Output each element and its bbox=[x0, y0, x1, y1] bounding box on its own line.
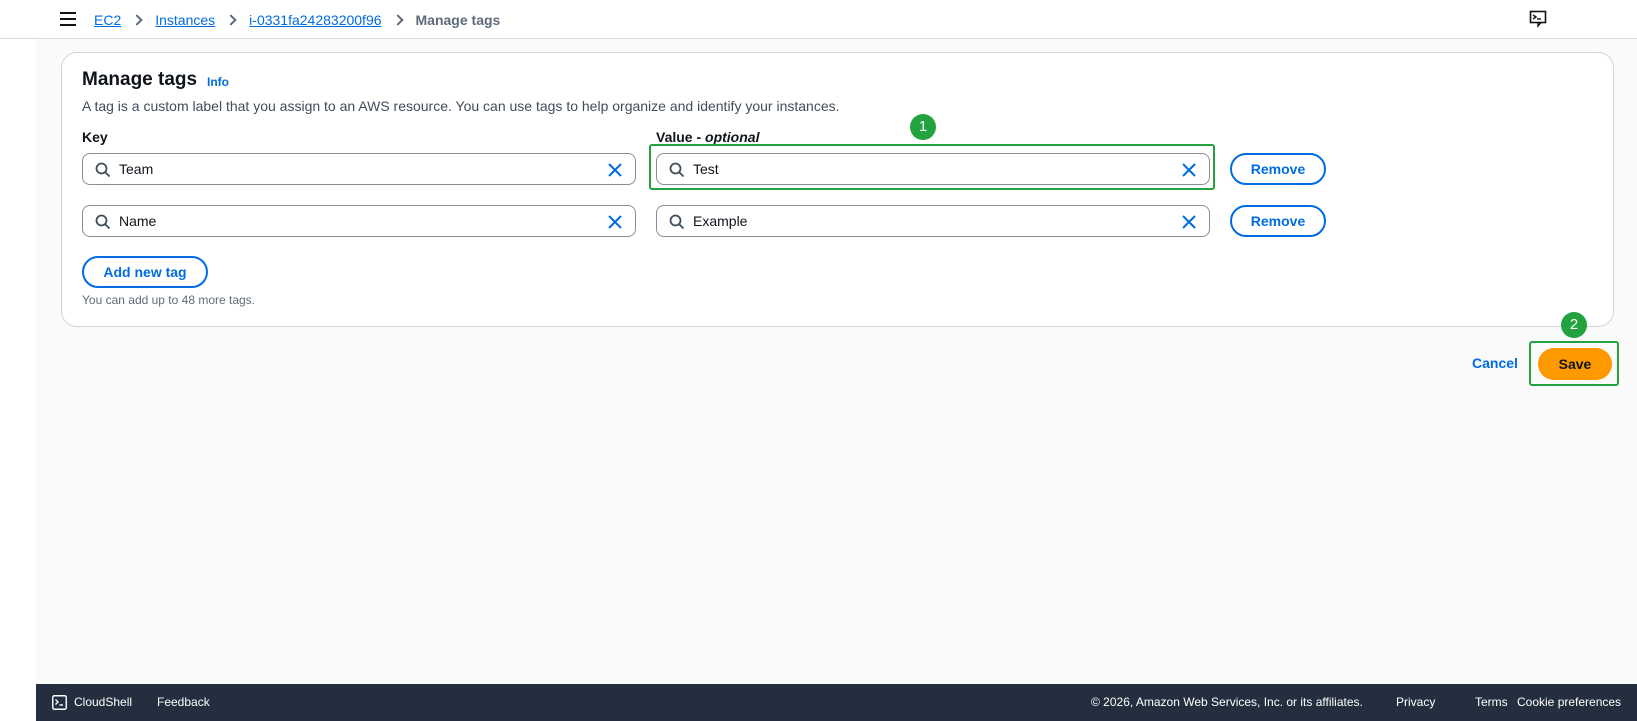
app-window: EC2 Instances i-0331fa24283200f96 Manage… bbox=[0, 0, 1637, 721]
annotation-badge-1: 1 bbox=[910, 114, 936, 140]
chevron-right-icon bbox=[225, 14, 237, 26]
breadcrumb-instances[interactable]: Instances bbox=[155, 12, 215, 28]
key-column-label: Key bbox=[82, 129, 108, 145]
tag-value-value: Example bbox=[693, 213, 748, 229]
cookie-preferences-link[interactable]: Cookie preferences bbox=[1517, 695, 1621, 709]
terms-link[interactable]: Terms bbox=[1475, 695, 1508, 709]
close-icon[interactable] bbox=[1181, 214, 1197, 230]
breadcrumb: EC2 Instances i-0331fa24283200f96 Manage… bbox=[94, 11, 500, 29]
breadcrumb-current: Manage tags bbox=[415, 12, 501, 28]
cloudshell-icon[interactable] bbox=[52, 695, 67, 710]
feedback-icon[interactable] bbox=[1529, 10, 1547, 28]
tag-key-input[interactable]: Team bbox=[82, 153, 636, 185]
value-label-main: Value - bbox=[656, 129, 706, 145]
tag-key-value: Name bbox=[119, 213, 157, 229]
save-button[interactable]: Save bbox=[1538, 348, 1612, 380]
add-new-tag-button[interactable]: Add new tag bbox=[82, 256, 208, 288]
cloudshell-link[interactable]: CloudShell bbox=[74, 695, 132, 709]
close-icon[interactable] bbox=[607, 162, 623, 178]
breadcrumb-ec2[interactable]: EC2 bbox=[94, 12, 121, 28]
value-column-label: Value - optional bbox=[656, 129, 759, 145]
chevron-right-icon bbox=[391, 14, 404, 26]
feedback-link[interactable]: Feedback bbox=[157, 695, 210, 709]
info-link[interactable]: Info bbox=[207, 75, 229, 89]
top-bar: EC2 Instances i-0331fa24283200f96 Manage… bbox=[0, 0, 1637, 39]
search-icon bbox=[95, 162, 111, 178]
annotation-badge-2: 2 bbox=[1561, 312, 1587, 338]
copyright-text: © 2026, Amazon Web Services, Inc. or its… bbox=[1091, 695, 1363, 709]
search-icon bbox=[669, 214, 685, 230]
breadcrumb-instance-id[interactable]: i-0331fa24283200f96 bbox=[249, 12, 381, 28]
tag-key-input[interactable]: Name bbox=[82, 205, 636, 237]
tag-key-value: Team bbox=[119, 161, 154, 177]
menu-icon[interactable] bbox=[60, 12, 76, 26]
remove-tag-button[interactable]: Remove bbox=[1230, 153, 1326, 185]
footer-bar: CloudShell Feedback © 2026, Amazon Web S… bbox=[36, 684, 1637, 721]
tags-remaining-hint: You can add up to 48 more tags. bbox=[82, 293, 256, 307]
left-gutter bbox=[0, 39, 36, 684]
value-label-optional: optional bbox=[705, 129, 760, 145]
tag-value-input[interactable]: Example bbox=[656, 205, 1210, 237]
page-title: Manage tags bbox=[82, 69, 198, 90]
privacy-link[interactable]: Privacy bbox=[1396, 695, 1435, 709]
close-icon[interactable] bbox=[607, 214, 623, 230]
panel-description: A tag is a custom label that you assign … bbox=[82, 98, 840, 114]
chevron-right-icon bbox=[131, 14, 143, 26]
highlight-box-value-field bbox=[649, 144, 1215, 190]
remove-tag-button[interactable]: Remove bbox=[1230, 205, 1326, 237]
search-icon bbox=[95, 214, 111, 230]
cancel-button[interactable]: Cancel bbox=[1472, 355, 1518, 371]
